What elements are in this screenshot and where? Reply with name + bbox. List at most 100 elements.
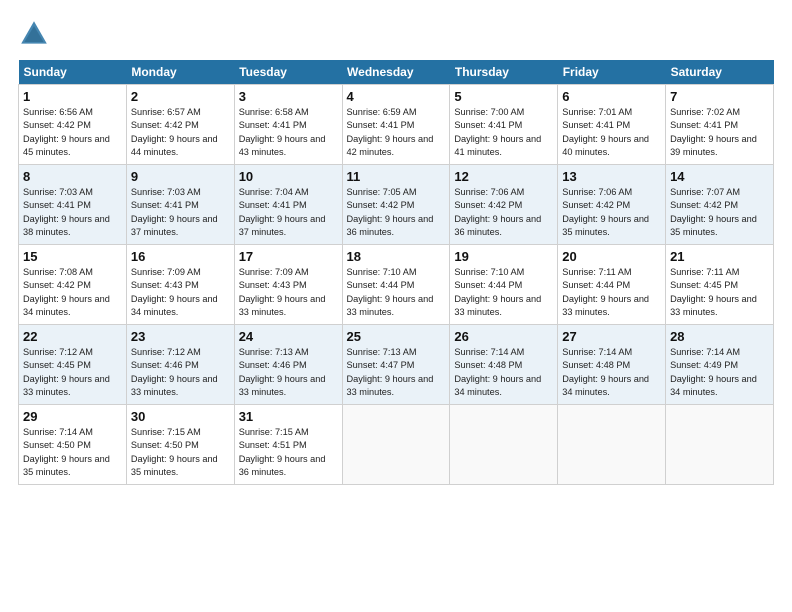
day-number: 18 bbox=[347, 249, 446, 264]
calendar-cell: 11Sunrise: 7:05 AMSunset: 4:42 PMDayligh… bbox=[342, 165, 450, 245]
sunset-text: Sunset: 4:41 PM bbox=[670, 120, 738, 130]
sunrise-text: Sunrise: 6:58 AM bbox=[239, 107, 309, 117]
sunset-text: Sunset: 4:48 PM bbox=[454, 360, 522, 370]
daylight-text: Daylight: 9 hours and 40 minutes. bbox=[562, 134, 649, 157]
calendar-cell: 7Sunrise: 7:02 AMSunset: 4:41 PMDaylight… bbox=[666, 85, 774, 165]
sunset-text: Sunset: 4:50 PM bbox=[131, 440, 199, 450]
calendar-cell: 25 Sunrise: 7:13 AMSunset: 4:47 PMDayligh… bbox=[342, 325, 450, 405]
day-number: 6 bbox=[562, 89, 661, 104]
daylight-text: Daylight: 9 hours and 36 minutes. bbox=[239, 454, 326, 477]
sunrise-text: Sunrise: 7:12 AM bbox=[131, 347, 201, 357]
sunrise-text: Sunrise: 7:03 AM bbox=[23, 187, 93, 197]
day-detail: Sunrise: 6:59 AMSunset: 4:41 PMDaylight:… bbox=[347, 106, 446, 159]
daylight-text: Daylight: 9 hours and 34 minutes. bbox=[670, 374, 757, 397]
sunset-text: Sunset: 4:41 PM bbox=[239, 120, 307, 130]
calendar-cell bbox=[666, 405, 774, 485]
day-number: 3 bbox=[239, 89, 338, 104]
day-number: 26 bbox=[454, 329, 553, 344]
daylight-text: Daylight: 9 hours and 34 minutes. bbox=[131, 294, 218, 317]
sunset-text: Sunset: 4:41 PM bbox=[23, 200, 91, 210]
calendar-cell: 1Sunrise: 6:56 AMSunset: 4:42 PMDaylight… bbox=[19, 85, 127, 165]
daylight-text: Daylight: 9 hours and 36 minutes. bbox=[454, 214, 541, 237]
day-detail: Sunrise: 7:08 AMSunset: 4:42 PMDaylight:… bbox=[23, 266, 122, 319]
daylight-text: Daylight: 9 hours and 42 minutes. bbox=[347, 134, 434, 157]
calendar-cell: 5Sunrise: 7:00 AMSunset: 4:41 PMDaylight… bbox=[450, 85, 558, 165]
day-number: 12 bbox=[454, 169, 553, 184]
day-number: 7 bbox=[670, 89, 769, 104]
sunset-text: Sunset: 4:42 PM bbox=[23, 280, 91, 290]
sunset-text: Sunset: 4:42 PM bbox=[131, 120, 199, 130]
daylight-text: Daylight: 9 hours and 37 minutes. bbox=[131, 214, 218, 237]
day-number: 19 bbox=[454, 249, 553, 264]
calendar-cell: 22Sunrise: 7:12 AMSunset: 4:45 PMDayligh… bbox=[19, 325, 127, 405]
daylight-text: Daylight: 9 hours and 33 minutes. bbox=[670, 294, 757, 317]
sunrise-text: Sunrise: 7:06 AM bbox=[562, 187, 632, 197]
calendar-cell bbox=[342, 405, 450, 485]
calendar-cell: 4Sunrise: 6:59 AMSunset: 4:41 PMDaylight… bbox=[342, 85, 450, 165]
sunset-text: Sunset: 4:42 PM bbox=[347, 200, 415, 210]
day-detail: Sunrise: 7:15 AMSunset: 4:51 PMDaylight:… bbox=[239, 426, 338, 479]
day-number: 8 bbox=[23, 169, 122, 184]
day-number: 5 bbox=[454, 89, 553, 104]
sunset-text: Sunset: 4:41 PM bbox=[239, 200, 307, 210]
sunrise-text: Sunrise: 7:09 AM bbox=[131, 267, 201, 277]
sunset-text: Sunset: 4:42 PM bbox=[454, 200, 522, 210]
sunrise-text: Sunrise: 7:10 AM bbox=[347, 267, 417, 277]
sunset-text: Sunset: 4:45 PM bbox=[670, 280, 738, 290]
day-number: 30 bbox=[131, 409, 230, 424]
day-detail: Sunrise: 7:12 AMSunset: 4:45 PMDaylight:… bbox=[23, 346, 122, 399]
day-number: 10 bbox=[239, 169, 338, 184]
sunset-text: Sunset: 4:42 PM bbox=[670, 200, 738, 210]
sunrise-text: Sunrise: 6:56 AM bbox=[23, 107, 93, 117]
day-number: 14 bbox=[670, 169, 769, 184]
daylight-text: Daylight: 9 hours and 33 minutes. bbox=[347, 294, 434, 317]
day-number: 16 bbox=[131, 249, 230, 264]
calendar-header-row: SundayMondayTuesdayWednesdayThursdayFrid… bbox=[19, 60, 774, 85]
sunset-text: Sunset: 4:45 PM bbox=[23, 360, 91, 370]
day-detail: Sunrise: 7:14 AMSunset: 4:50 PMDaylight:… bbox=[23, 426, 122, 479]
weekday-header-thursday: Thursday bbox=[450, 60, 558, 85]
day-number: 25 bbox=[347, 329, 446, 344]
sunrise-text: Sunrise: 7:07 AM bbox=[670, 187, 740, 197]
day-detail: Sunrise: 7:14 AMSunset: 4:49 PMDaylight:… bbox=[670, 346, 769, 399]
calendar-cell: 21Sunrise: 7:11 AMSunset: 4:45 PMDayligh… bbox=[666, 245, 774, 325]
calendar-cell: 30Sunrise: 7:15 AMSunset: 4:50 PMDayligh… bbox=[126, 405, 234, 485]
day-detail: Sunrise: 7:13 AMSunset: 4:47 PMDaylight:… bbox=[347, 346, 446, 399]
sunrise-text: Sunrise: 7:15 AM bbox=[239, 427, 309, 437]
day-detail: Sunrise: 7:09 AMSunset: 4:43 PMDaylight:… bbox=[131, 266, 230, 319]
calendar-cell: 13Sunrise: 7:06 AMSunset: 4:42 PMDayligh… bbox=[558, 165, 666, 245]
sunrise-text: Sunrise: 7:03 AM bbox=[131, 187, 201, 197]
calendar-cell: 20Sunrise: 7:11 AMSunset: 4:44 PMDayligh… bbox=[558, 245, 666, 325]
sunset-text: Sunset: 4:41 PM bbox=[562, 120, 630, 130]
calendar-cell: 23Sunrise: 7:12 AMSunset: 4:46 PMDayligh… bbox=[126, 325, 234, 405]
calendar-cell: 14Sunrise: 7:07 AMSunset: 4:42 PMDayligh… bbox=[666, 165, 774, 245]
sunrise-text: Sunrise: 7:14 AM bbox=[670, 347, 740, 357]
sunrise-text: Sunrise: 7:15 AM bbox=[131, 427, 201, 437]
daylight-text: Daylight: 9 hours and 37 minutes. bbox=[239, 214, 326, 237]
calendar-cell: 17Sunrise: 7:09 AMSunset: 4:43 PMDayligh… bbox=[234, 245, 342, 325]
daylight-text: Daylight: 9 hours and 41 minutes. bbox=[454, 134, 541, 157]
day-number: 9 bbox=[131, 169, 230, 184]
daylight-text: Daylight: 9 hours and 44 minutes. bbox=[131, 134, 218, 157]
sunrise-text: Sunrise: 7:00 AM bbox=[454, 107, 524, 117]
daylight-text: Daylight: 9 hours and 45 minutes. bbox=[23, 134, 110, 157]
day-number: 2 bbox=[131, 89, 230, 104]
calendar-cell: 8Sunrise: 7:03 AMSunset: 4:41 PMDaylight… bbox=[19, 165, 127, 245]
sunrise-text: Sunrise: 7:04 AM bbox=[239, 187, 309, 197]
day-detail: Sunrise: 7:13 AMSunset: 4:46 PMDaylight:… bbox=[239, 346, 338, 399]
day-detail: Sunrise: 7:01 AMSunset: 4:41 PMDaylight:… bbox=[562, 106, 661, 159]
day-detail: Sunrise: 6:58 AMSunset: 4:41 PMDaylight:… bbox=[239, 106, 338, 159]
day-number: 31 bbox=[239, 409, 338, 424]
day-detail: Sunrise: 7:15 AMSunset: 4:50 PMDaylight:… bbox=[131, 426, 230, 479]
calendar-week-3: 15 Sunrise: 7:08 AMSunset: 4:42 PMDayligh… bbox=[19, 245, 774, 325]
daylight-text: Daylight: 9 hours and 34 minutes. bbox=[23, 294, 110, 317]
daylight-text: Daylight: 9 hours and 34 minutes. bbox=[562, 374, 649, 397]
day-number: 1 bbox=[23, 89, 122, 104]
sunrise-text: Sunrise: 7:06 AM bbox=[454, 187, 524, 197]
sunrise-text: Sunrise: 7:11 AM bbox=[670, 267, 739, 277]
sunrise-text: Sunrise: 7:10 AM bbox=[454, 267, 524, 277]
day-number: 15 bbox=[23, 249, 122, 264]
sunset-text: Sunset: 4:44 PM bbox=[454, 280, 522, 290]
weekday-header-friday: Friday bbox=[558, 60, 666, 85]
daylight-text: Daylight: 9 hours and 35 minutes. bbox=[23, 454, 110, 477]
